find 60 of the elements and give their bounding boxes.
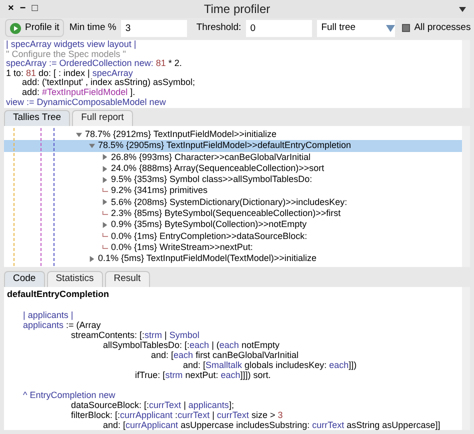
code-line: view := DynamicComposableModel new	[6, 98, 167, 108]
code-line: add: ('textInput' , index asString) asSymbol;	[21, 78, 196, 88]
method-source-editor[interactable]	[4, 287, 470, 430]
collapse-icon[interactable]	[89, 142, 95, 149]
field-label: Threshold:	[196, 20, 242, 35]
code-line: add: #TextInputFieldModel ].	[21, 88, 136, 98]
tree-row[interactable]: 0.0% {1ms} WriteStream>>nextPut:	[4, 242, 462, 254]
tab[interactable]: Full report	[72, 110, 133, 126]
code-line: 1 to: 81 do: [ : index | specArray	[6, 68, 134, 78]
tree-branch-icon	[102, 210, 108, 217]
checkbox-label: All processes	[414, 20, 471, 35]
expand-icon[interactable]	[102, 199, 108, 206]
code-line: | applicants |	[22, 310, 74, 320]
tree-row[interactable]: 26.8% {993ms} Character>>canBeGlobalVarInitial	[4, 152, 462, 163]
window-control[interactable]: −	[20, 4, 26, 14]
play-icon	[10, 22, 21, 34]
tree-row[interactable]: 0.9% {35ms} ByteSymbol(Collection)>>notEmpty	[4, 219, 462, 231]
tab[interactable]: Statistics	[46, 271, 103, 287]
collapse-icon[interactable]	[76, 132, 82, 138]
tree-row[interactable]: 0.0% {1ms} EntryCompletion>>dataSourceBlock:	[4, 230, 462, 242]
min-time-field[interactable]: 3	[121, 20, 188, 36]
scrollbar[interactable]	[462, 126, 470, 267]
code-line: specArray := OrderedCollection new: 81 * 2.	[6, 59, 183, 69]
profile-button[interactable]: Profile it	[5, 19, 64, 37]
code-line: " Configure the Spec models "	[6, 50, 126, 60]
code-line: ^ EntryCompletion new	[22, 390, 116, 400]
code-line: ifTrue: [strm nextPut: each]]]) sort.	[134, 370, 272, 380]
code-line: | specArray widgets view layout |	[6, 40, 138, 50]
tree-row[interactable]: 24.0% {888ms} Array(SequenceableCollection)>>sort	[4, 162, 462, 174]
window-title: Time profiler	[204, 1, 270, 18]
tree-branch-icon	[102, 188, 108, 194]
window-control[interactable]: □	[32, 4, 38, 14]
tree-row[interactable]: 9.5% {353ms} Symbol class>>allSymbolTablesDo:	[4, 174, 462, 186]
tree-row[interactable]: 78.5% {2905ms} TextInputFieldModel>>defaultEntryCompletion	[4, 140, 462, 152]
tab[interactable]: Code	[4, 271, 45, 287]
menu-caret-icon[interactable]	[459, 6, 466, 12]
expand-icon[interactable]	[89, 256, 95, 262]
tree-row[interactable]: 2.3% {85ms} ByteSymbol(SequenceableCollection)>>first	[4, 208, 462, 220]
tab[interactable]: Result	[104, 271, 150, 287]
threshold-field[interactable]: 0	[246, 20, 312, 36]
mode-dropdown[interactable]: Full tree	[317, 20, 396, 36]
tree-row[interactable]: 9.2% {341ms} primitives	[4, 185, 462, 197]
code-line: dataSourceBlock: [:currText | applicants];	[70, 400, 235, 410]
code-line: and: [each first canBeGlobalVarInitial	[150, 350, 300, 360]
tab[interactable]: Tallies Tree	[4, 110, 70, 126]
expand-icon[interactable]	[102, 222, 108, 228]
code-line: filterBlock: [:currApplicant :currText | currText size > 3	[70, 410, 284, 420]
tree-row[interactable]: 0.1% {5ms} TextInputFieldModel(TextModel)>>initialize	[4, 253, 462, 265]
code-line: and: [Smalltalk globals includesKey: each]])	[182, 360, 358, 370]
code-line: allSymbolTablesDo: [:each | (each notEmpty	[102, 340, 280, 350]
field-label: Min time %	[69, 20, 116, 35]
window-control[interactable]: ×	[8, 4, 14, 14]
tree-row[interactable]: 5.6% {208ms} SystemDictionary(Dictionary)>>includesKey:	[4, 196, 462, 208]
code-line: and: [currApplicant asUppercase includesSubstring: currText asString asUppercase]]	[102, 420, 442, 430]
tree-row[interactable]: 78.7% {2912ms} TextInputFieldModel>>initialize	[4, 129, 462, 140]
code-line: streamContents: [:strm | Symbol	[70, 330, 200, 340]
all-processes-checkbox[interactable]	[402, 24, 410, 32]
dropdown-arrow-icon	[386, 24, 396, 32]
method-title: defaultEntryCompletion	[7, 289, 110, 300]
code-line: applicants := (Array	[22, 320, 102, 330]
